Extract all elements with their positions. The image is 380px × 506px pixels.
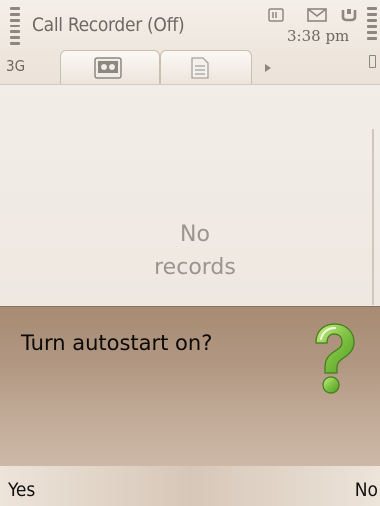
notes-document-icon [191,57,209,79]
network-type-label: 3G [6,57,26,75]
call-divert-icon [341,9,357,22]
confirmation-dialog: Turn autostart on? [0,306,380,467]
tab-next-arrow-icon[interactable] [264,63,272,73]
empty-state-line-2: records [154,255,236,280]
tab-recordings[interactable] [60,50,160,84]
mail-icon [307,8,327,22]
records-list: No records [0,84,380,307]
dialog-question-text: Turn autostart on? [21,331,213,355]
app-title: Call Recorder (Off) [32,14,185,36]
no-softkey[interactable]: No [355,479,378,501]
question-mark-icon [315,323,355,394]
softkey-bar: Yes No [0,466,380,506]
empty-state-text: No records [0,218,380,284]
battery-level-icon [367,7,377,45]
empty-state-line-1: No [180,222,210,247]
battery-outline-icon [369,55,376,68]
signal-strength-icon [10,7,20,46]
phone-screen: Call Recorder (Off) 3G 3:38 pm No record… [0,0,380,506]
status-bar: Call Recorder (Off) 3G 3:38 pm [0,0,380,84]
clock: 3:38 pm [287,27,350,45]
tab-notes[interactable] [160,50,252,84]
document-icon [268,8,284,22]
yes-softkey[interactable]: Yes [8,479,35,501]
recordings-icon [94,57,122,79]
